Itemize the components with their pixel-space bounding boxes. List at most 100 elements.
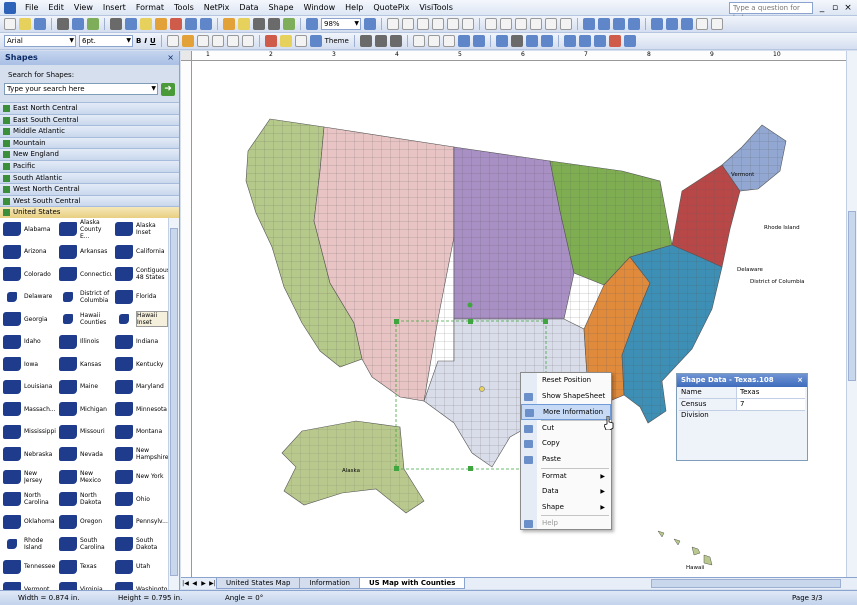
- line-weight-icon[interactable]: [359, 35, 372, 47]
- scrollbar-thumb[interactable]: [848, 211, 856, 381]
- justify-icon[interactable]: [211, 35, 224, 47]
- save-icon[interactable]: [34, 18, 46, 30]
- context-menu-show-shapesheet[interactable]: Show ShapeSheet: [521, 389, 611, 405]
- selection-handle[interactable]: [468, 466, 473, 471]
- flip-icon[interactable]: [598, 18, 610, 30]
- shape-master-montana[interactable]: Montana: [112, 421, 168, 444]
- shape-master-north-carolina[interactable]: North Carolina: [0, 488, 56, 511]
- menu-netpix[interactable]: NetPix: [199, 0, 235, 16]
- netpix4-icon[interactable]: [457, 35, 470, 47]
- stencil-west-north-central[interactable]: West North Central: [0, 183, 179, 195]
- rotation-handle[interactable]: [467, 302, 473, 308]
- shape-master-arizona[interactable]: Arizona: [0, 241, 56, 264]
- context-menu-more-information[interactable]: More Information: [521, 404, 611, 420]
- close-icon[interactable]: ×: [167, 51, 174, 65]
- netpix-icon[interactable]: [412, 35, 425, 47]
- shape-master-michigan[interactable]: Michigan: [56, 398, 112, 421]
- shape-master-idaho[interactable]: Idaho: [0, 331, 56, 354]
- visi4-icon[interactable]: [608, 35, 621, 47]
- stencil-mountain[interactable]: Mountain: [0, 136, 179, 149]
- selection-handle[interactable]: [468, 319, 473, 324]
- undo-icon[interactable]: [185, 18, 197, 30]
- shape-master-texas[interactable]: Texas: [56, 556, 112, 579]
- cut-icon[interactable]: [110, 18, 122, 30]
- shape-master-new-mexico[interactable]: New Mexico: [56, 466, 112, 489]
- visio-app-icon[interactable]: [4, 1, 16, 14]
- search-input[interactable]: Type your search here ▼: [4, 83, 158, 95]
- search-go-button[interactable]: ➜: [161, 82, 175, 96]
- context-menu-data[interactable]: Data ▶: [521, 484, 611, 500]
- vertical-scrollbar[interactable]: [846, 51, 857, 577]
- context-menu-help[interactable]: Help: [521, 516, 611, 532]
- visi2-icon[interactable]: [578, 35, 591, 47]
- context-menu-shape[interactable]: Shape ▶: [521, 500, 611, 516]
- distribute-icon[interactable]: [500, 18, 512, 30]
- shape-master-alaska-inset[interactable]: Alaska Inset: [112, 218, 168, 241]
- stencil-south-atlantic[interactable]: South Atlantic: [0, 171, 179, 184]
- shape-master-nevada[interactable]: Nevada: [56, 443, 112, 466]
- menu-window[interactable]: Window: [299, 0, 341, 16]
- new-icon[interactable]: [4, 18, 16, 30]
- shape-master-rhode-island[interactable]: Rhode Island: [0, 533, 56, 556]
- shape-master-minnesota[interactable]: Minnesota: [112, 398, 168, 421]
- stencil-east-south-central[interactable]: East South Central: [0, 113, 179, 126]
- shape-master-alabama[interactable]: Alabama: [0, 218, 56, 241]
- menu-format[interactable]: Format: [131, 0, 169, 16]
- visi-icon[interactable]: [563, 35, 576, 47]
- shape-grid-scrollbar[interactable]: [168, 218, 179, 590]
- menu-view[interactable]: View: [69, 0, 98, 16]
- theme-icon[interactable]: [309, 35, 322, 47]
- shape-master-new-hampshire[interactable]: New Hampshire: [112, 443, 168, 466]
- context-menu-paste[interactable]: Paste: [521, 452, 611, 468]
- shape-master-nebraska[interactable]: Nebraska: [0, 443, 56, 466]
- shape-master-tennessee[interactable]: Tennessee: [0, 556, 56, 579]
- text-style-icon[interactable]: [628, 18, 640, 30]
- redo-icon[interactable]: [200, 18, 212, 30]
- page-tab-united-states-map[interactable]: United States Map: [216, 578, 301, 589]
- netpix2-icon[interactable]: [427, 35, 440, 47]
- layout-icon[interactable]: [387, 18, 399, 30]
- shape-master-new-jersey[interactable]: New Jersey: [0, 466, 56, 489]
- netpix3-icon[interactable]: [442, 35, 455, 47]
- align-center-icon[interactable]: [181, 35, 194, 47]
- insert-picture-icon[interactable]: [283, 18, 295, 30]
- copy-icon[interactable]: [125, 18, 137, 30]
- shape-master-georgia[interactable]: Georgia: [0, 308, 56, 331]
- horizontal-ruler[interactable]: 1 2 3 4 5 6 7 8 9 10: [192, 51, 849, 61]
- menu-quotepix[interactable]: QuotePix: [368, 0, 414, 16]
- quotepix3-icon[interactable]: [525, 35, 538, 47]
- shape-master-florida[interactable]: Florida: [112, 286, 168, 309]
- shape-master-california[interactable]: California: [112, 241, 168, 264]
- close-icon[interactable]: ×: [797, 374, 803, 387]
- ungroup-icon[interactable]: [530, 18, 542, 30]
- visi3-icon[interactable]: [593, 35, 606, 47]
- shape-master-illinois[interactable]: Illinois: [56, 331, 112, 354]
- shape-master-utah[interactable]: Utah: [112, 556, 168, 579]
- group-icon[interactable]: [515, 18, 527, 30]
- quotepix2-icon[interactable]: [510, 35, 523, 47]
- menu-insert[interactable]: Insert: [98, 0, 131, 16]
- menu-help[interactable]: Help: [340, 0, 368, 16]
- connector-tool-icon[interactable]: [253, 18, 265, 30]
- shape-master-alaska-county-e-[interactable]: Alaska County E...: [56, 218, 112, 241]
- visitools3-icon[interactable]: [681, 18, 693, 30]
- stencil-pacific[interactable]: Pacific: [0, 159, 179, 172]
- line-icon[interactable]: [711, 18, 723, 30]
- grid-icon[interactable]: [432, 18, 444, 30]
- shape-master-arkansas[interactable]: Arkansas: [56, 241, 112, 264]
- delete-icon[interactable]: [170, 18, 182, 30]
- shape-master-kansas[interactable]: Kansas: [56, 353, 112, 376]
- indent-icon[interactable]: [226, 35, 239, 47]
- shape-master-washington[interactable]: Washington: [112, 578, 168, 590]
- shape-master-ohio[interactable]: Ohio: [112, 488, 168, 511]
- menu-tools[interactable]: Tools: [169, 0, 199, 16]
- visi5-icon[interactable]: [623, 35, 636, 47]
- quotepix4-icon[interactable]: [540, 35, 553, 47]
- outdent-icon[interactable]: [241, 35, 254, 47]
- theme-button[interactable]: Theme: [325, 37, 349, 45]
- shape-master-south-carolina[interactable]: South Carolina: [56, 533, 112, 556]
- guides-icon[interactable]: [462, 18, 474, 30]
- stencil-united-states[interactable]: United States: [0, 206, 179, 218]
- vertical-ruler[interactable]: [181, 61, 192, 577]
- help-search-input[interactable]: Type a question for help: [729, 2, 813, 22]
